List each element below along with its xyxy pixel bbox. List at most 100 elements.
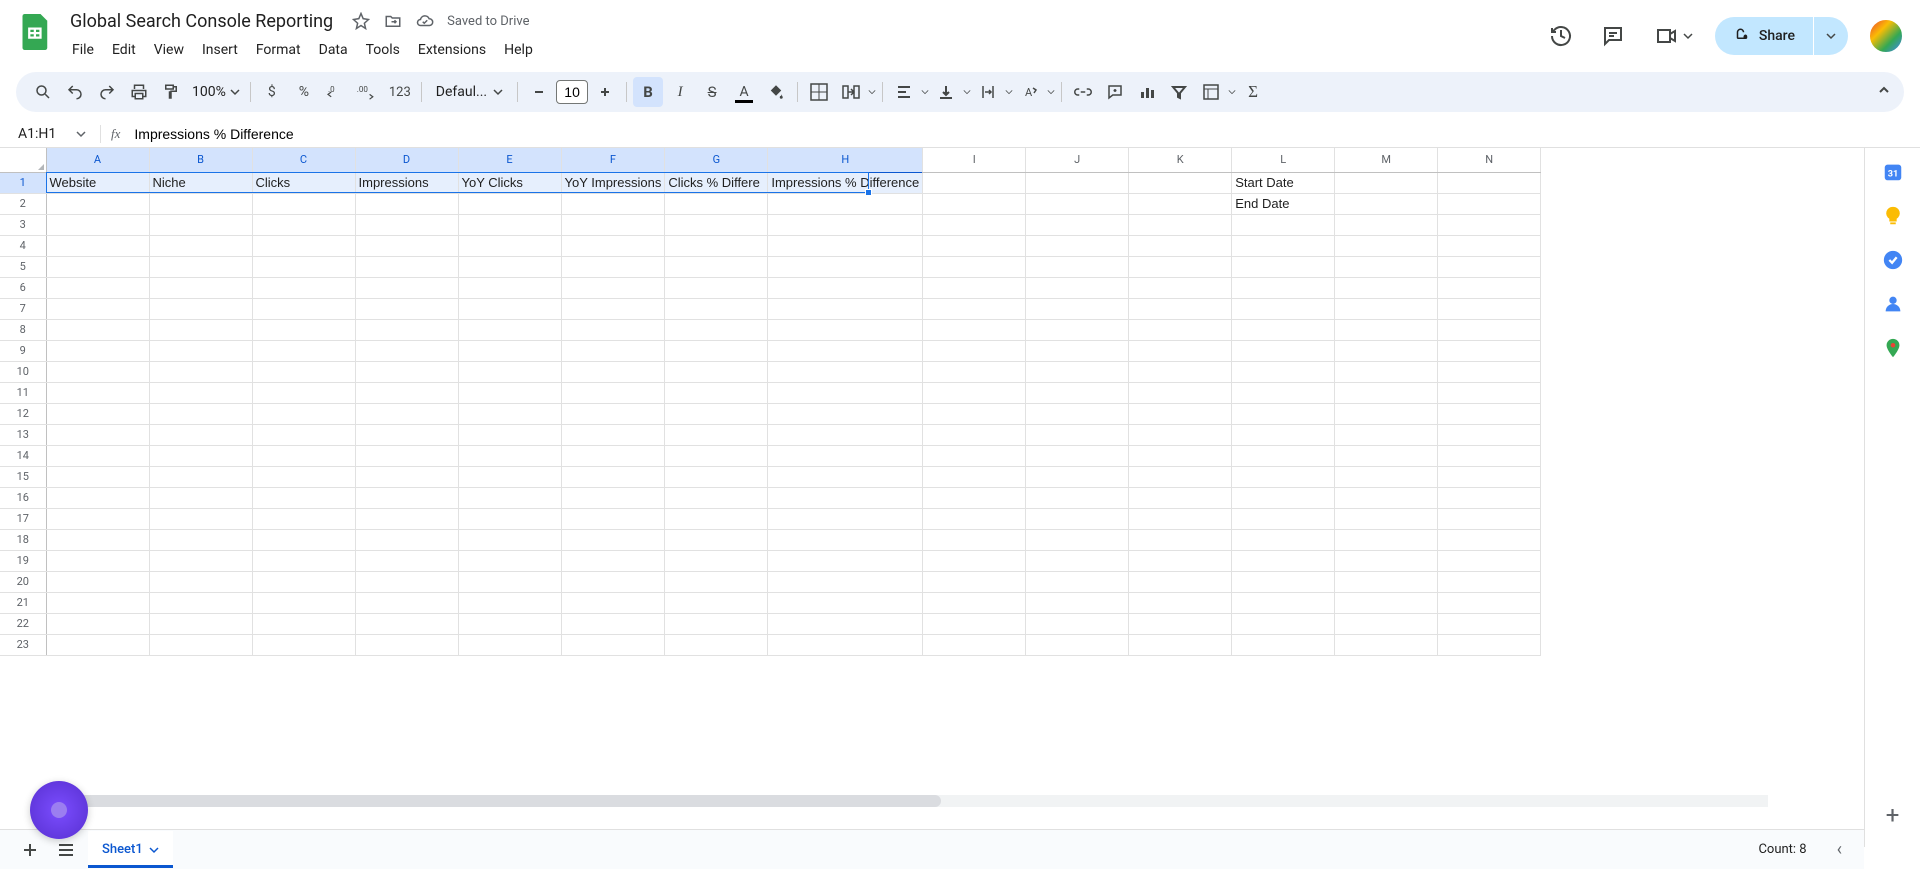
cell-C8[interactable] [252,319,355,340]
cell-D4[interactable] [355,235,458,256]
cell-J14[interactable] [1026,445,1129,466]
h-align-button[interactable] [889,77,929,107]
cell-J22[interactable] [1026,613,1129,634]
cell-F16[interactable] [561,487,665,508]
cell-F10[interactable] [561,361,665,382]
row-header-1[interactable]: 1 [0,172,46,193]
cell-J17[interactable] [1026,508,1129,529]
cell-H23[interactable] [768,634,923,655]
cell-K18[interactable] [1129,529,1232,550]
cell-A12[interactable] [46,403,149,424]
cell-A21[interactable] [46,592,149,613]
cell-D9[interactable] [355,340,458,361]
cell-L10[interactable] [1232,361,1335,382]
cell-J15[interactable] [1026,466,1129,487]
cell-A7[interactable] [46,298,149,319]
cell-K5[interactable] [1129,256,1232,277]
cell-L15[interactable] [1232,466,1335,487]
cell-A8[interactable] [46,319,149,340]
col-header-F[interactable]: F [561,148,665,172]
cell-F15[interactable] [561,466,665,487]
cell-N18[interactable] [1438,529,1541,550]
cell-D16[interactable] [355,487,458,508]
cell-K2[interactable] [1129,193,1232,214]
menu-extensions[interactable]: Extensions [410,38,494,62]
cell-F4[interactable] [561,235,665,256]
cell-K7[interactable] [1129,298,1232,319]
maps-icon[interactable] [1881,336,1905,360]
cell-J9[interactable] [1026,340,1129,361]
currency-button[interactable]: $ [257,77,287,107]
menu-data[interactable]: Data [311,38,356,62]
cell-M9[interactable] [1335,340,1438,361]
contacts-icon[interactable] [1881,292,1905,316]
cell-I2[interactable] [923,193,1026,214]
cell-G2[interactable] [665,193,768,214]
cell-G3[interactable] [665,214,768,235]
cell-I6[interactable] [923,277,1026,298]
cell-E21[interactable] [458,592,561,613]
col-header-D[interactable]: D [355,148,458,172]
fill-color-button[interactable] [761,77,791,107]
cell-C11[interactable] [252,382,355,403]
cell-D15[interactable] [355,466,458,487]
cell-N10[interactable] [1438,361,1541,382]
row-header-12[interactable]: 12 [0,403,46,424]
col-header-L[interactable]: L [1232,148,1335,172]
cell-J11[interactable] [1026,382,1129,403]
cell-F17[interactable] [561,508,665,529]
cell-A17[interactable] [46,508,149,529]
cell-J13[interactable] [1026,424,1129,445]
undo-icon[interactable] [60,77,90,107]
cell-C15[interactable] [252,466,355,487]
functions-icon[interactable]: Σ [1238,77,1268,107]
cell-N15[interactable] [1438,466,1541,487]
cell-B17[interactable] [149,508,252,529]
cell-I17[interactable] [923,508,1026,529]
cell-H14[interactable] [768,445,923,466]
cell-B14[interactable] [149,445,252,466]
decrease-font-icon[interactable] [524,77,554,107]
select-all-cell[interactable] [0,148,46,172]
share-button[interactable]: Share [1715,17,1813,55]
row-header-20[interactable]: 20 [0,571,46,592]
cell-K4[interactable] [1129,235,1232,256]
rotate-button[interactable]: A [1015,77,1055,107]
cell-G22[interactable] [665,613,768,634]
cell-J1[interactable] [1026,172,1129,193]
cell-M22[interactable] [1335,613,1438,634]
cell-F14[interactable] [561,445,665,466]
cell-E9[interactable] [458,340,561,361]
cell-H20[interactable] [768,571,923,592]
cell-D18[interactable] [355,529,458,550]
cell-F7[interactable] [561,298,665,319]
row-header-19[interactable]: 19 [0,550,46,571]
cell-L7[interactable] [1232,298,1335,319]
row-header-13[interactable]: 13 [0,424,46,445]
cell-G1[interactable]: Clicks % Differe [665,172,768,193]
cell-B23[interactable] [149,634,252,655]
cell-E18[interactable] [458,529,561,550]
cell-E2[interactable] [458,193,561,214]
cell-H2[interactable] [768,193,923,214]
sheets-logo[interactable] [16,12,56,52]
cell-N9[interactable] [1438,340,1541,361]
cell-L22[interactable] [1232,613,1335,634]
cell-C19[interactable] [252,550,355,571]
cell-K15[interactable] [1129,466,1232,487]
cell-C16[interactable] [252,487,355,508]
cell-K10[interactable] [1129,361,1232,382]
cell-I18[interactable] [923,529,1026,550]
cell-F8[interactable] [561,319,665,340]
cell-C23[interactable] [252,634,355,655]
cell-N19[interactable] [1438,550,1541,571]
cell-E5[interactable] [458,256,561,277]
cell-L9[interactable] [1232,340,1335,361]
status-count[interactable]: Count: 8 [1758,842,1826,857]
cell-B22[interactable] [149,613,252,634]
cell-C1[interactable]: Clicks [252,172,355,193]
cell-D10[interactable] [355,361,458,382]
cell-I23[interactable] [923,634,1026,655]
cell-M7[interactable] [1335,298,1438,319]
cell-H10[interactable] [768,361,923,382]
